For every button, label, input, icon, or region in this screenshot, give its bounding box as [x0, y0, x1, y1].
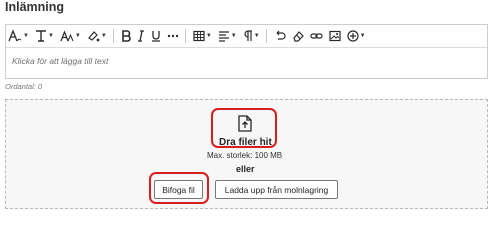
- underline-icon: [151, 31, 160, 42]
- paragraph-format-icon: [35, 30, 46, 42]
- or-text: eller: [236, 164, 255, 174]
- word-count: Ordantal: 0: [5, 82, 43, 91]
- bold-button[interactable]: [121, 27, 131, 45]
- text-color-icon: [87, 31, 100, 42]
- editor-toolbar: ▼ ▼ ▼ ▼ ▼ ▼ ▼ ▼: [6, 25, 487, 48]
- more-icon: [167, 34, 179, 38]
- editor-placeholder[interactable]: Klicka för att lägga till text: [6, 48, 487, 66]
- section-title: Inlämning: [5, 0, 65, 14]
- table-icon: [193, 30, 205, 42]
- text-style-icon: [8, 30, 22, 42]
- image-icon: [329, 30, 341, 42]
- eraser-button[interactable]: [292, 27, 304, 45]
- paragraph-format-button[interactable]: ▼: [35, 27, 54, 45]
- max-size-text: Max. storlek: 100 MB: [207, 151, 283, 160]
- italic-icon: [137, 30, 144, 42]
- text-style-button[interactable]: ▼: [8, 27, 29, 45]
- font-size-button[interactable]: ▼: [60, 27, 81, 45]
- add-content-button[interactable]: ▼: [347, 27, 366, 45]
- text-editor[interactable]: ▼ ▼ ▼ ▼ ▼ ▼ ▼ ▼ Klicka för att lägga til…: [5, 24, 488, 79]
- more-button[interactable]: [167, 27, 179, 45]
- cloud-upload-button[interactable]: Ladda upp från molnlagring: [215, 180, 338, 199]
- toolbar-divider: [265, 29, 267, 43]
- align-button[interactable]: ▼: [218, 27, 237, 45]
- paragraph-icon: [244, 30, 252, 41]
- toolbar-divider: [112, 29, 114, 43]
- image-button[interactable]: [329, 27, 341, 45]
- link-icon: [310, 33, 323, 39]
- undo-icon: [276, 30, 286, 40]
- table-button[interactable]: ▼: [193, 27, 212, 45]
- drop-files-text: Dra filer hit: [219, 137, 272, 148]
- font-size-icon: [60, 30, 74, 42]
- underline-button[interactable]: [151, 27, 161, 45]
- text-color-button[interactable]: ▼: [87, 27, 107, 45]
- align-icon: [218, 31, 229, 42]
- eraser-icon: [292, 31, 304, 42]
- italic-button[interactable]: [137, 27, 145, 45]
- toolbar-divider: [184, 29, 186, 43]
- bold-icon: [122, 30, 131, 42]
- link-button[interactable]: [310, 27, 323, 45]
- paragraph-button[interactable]: ▼: [243, 27, 260, 45]
- attach-file-button[interactable]: Bifoga fil: [154, 180, 203, 199]
- undo-button[interactable]: [274, 27, 286, 45]
- add-content-icon: [347, 30, 359, 42]
- upload-file-icon: [238, 115, 252, 132]
